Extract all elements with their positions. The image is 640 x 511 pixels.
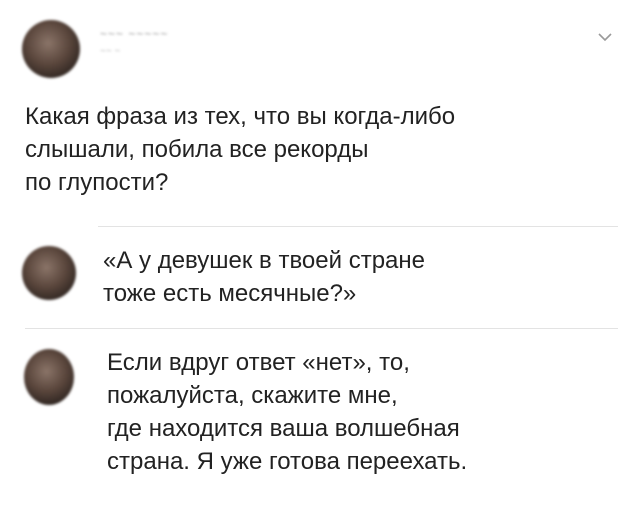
- divider: [98, 226, 618, 227]
- author-avatar[interactable]: [22, 20, 80, 78]
- divider: [25, 328, 618, 329]
- author-name[interactable]: ~~~ ~~~~~: [100, 27, 168, 41]
- reply-avatar[interactable]: [24, 349, 74, 405]
- chevron-down-icon[interactable]: [596, 28, 614, 46]
- author-handle: ~~ ~: [100, 46, 121, 57]
- reply-text: Если вдруг ответ «нет», то, пожалуйста, …: [107, 349, 468, 475]
- reply-avatar[interactable]: [22, 246, 76, 300]
- reply-text: «А у девушек в твоей стране тоже есть ме…: [103, 247, 425, 307]
- post-text: Какая фраза из тех, что вы когда-либо сл…: [25, 103, 456, 196]
